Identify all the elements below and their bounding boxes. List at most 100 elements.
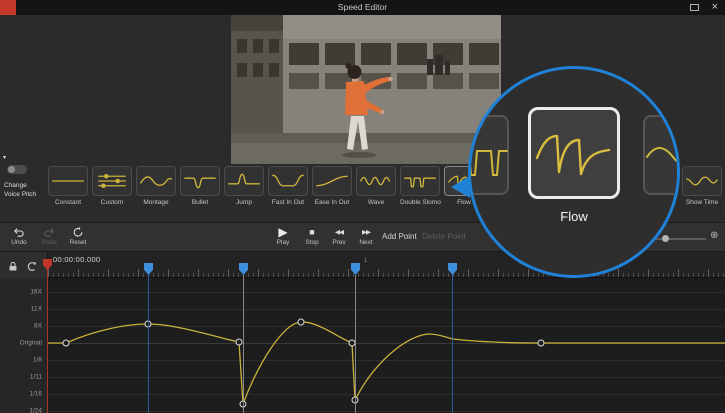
zoom-slider-handle[interactable]: [662, 235, 669, 242]
curve-control-point[interactable]: [240, 401, 246, 407]
add-point-button[interactable]: Add Point: [382, 223, 417, 251]
ruler-tick: [73, 273, 74, 277]
ruler-tick: [138, 269, 139, 277]
ruler-tick: [338, 273, 339, 277]
wave-curve-icon: [356, 166, 396, 196]
ruler-tick: [538, 273, 539, 277]
ruler-tick: [718, 273, 719, 277]
ruler-tick: [468, 269, 469, 277]
curve-control-point[interactable]: [298, 319, 304, 325]
curve-control-point[interactable]: [63, 340, 69, 346]
ruler-tick: [263, 273, 264, 277]
ruler-tick: [53, 273, 54, 277]
zoom-slider[interactable]: [656, 238, 706, 240]
next-button[interactable]: ▶▶ Next: [354, 226, 378, 246]
preset-tile-ease-in-out[interactable]: Ease In Out: [312, 166, 352, 220]
redo-button[interactable]: Redo: [36, 226, 62, 246]
curve-control-point[interactable]: [349, 340, 355, 346]
lock-icon[interactable]: [8, 259, 18, 277]
ruler-tick: [253, 273, 254, 277]
ruler-tick: [178, 273, 179, 277]
collapse-arrow-icon[interactable]: ▾: [3, 154, 6, 161]
reset-button[interactable]: Reset: [64, 226, 92, 246]
ruler-tick: [488, 273, 489, 277]
ruler-tick: [663, 273, 664, 277]
ruler-tick: [418, 273, 419, 277]
preset-tile-double-slomo[interactable]: Double Slomo: [400, 166, 440, 220]
ruler-tick: [673, 273, 674, 277]
playhead-line: [47, 269, 48, 413]
ruler-tick: [343, 273, 344, 277]
undo-button[interactable]: Undo: [6, 226, 32, 246]
ruler-tick: [208, 273, 209, 277]
speed-curve[interactable]: [48, 322, 725, 404]
preset-tile-show-time[interactable]: Show Time: [682, 166, 722, 220]
ruler-tick: [173, 273, 174, 277]
preset-label: Constant: [48, 199, 88, 206]
ruler-tick: [503, 273, 504, 277]
ruler-tick: [243, 273, 244, 277]
ruler-tick: [668, 273, 669, 277]
ruler-tick: [368, 273, 369, 277]
ruler-tick: [638, 273, 639, 277]
bullet-curve-icon: [180, 166, 220, 196]
ruler-tick: [233, 273, 234, 277]
ruler-tick: [123, 273, 124, 277]
stop-button[interactable]: ■ Stop: [300, 226, 324, 246]
ruler-tick: [248, 273, 249, 277]
ruler-tick: [698, 273, 699, 277]
ruler-tick: [283, 273, 284, 277]
voice-pitch-toggle[interactable]: [7, 165, 27, 174]
preset-tile-constant[interactable]: Constant: [48, 166, 88, 220]
ruler-tick: [678, 269, 679, 277]
ruler-tick: [498, 269, 499, 277]
curve-control-point[interactable]: [236, 339, 242, 345]
curve-mode-icon[interactable]: [26, 259, 37, 277]
double-slomo-curve-icon: [400, 166, 440, 196]
ruler-tick: [158, 273, 159, 277]
zoom-in-icon[interactable]: ⊕: [710, 230, 718, 241]
curve-control-point[interactable]: [538, 340, 544, 346]
partial-preset-tile: [643, 115, 680, 195]
ruler-tick: [103, 273, 104, 277]
ruler-tick: [388, 273, 389, 277]
toggle-knob: [8, 166, 15, 173]
ruler-tick: [353, 273, 354, 277]
ruler-tick: [533, 273, 534, 277]
curve-control-point[interactable]: [145, 321, 151, 327]
stop-icon: ■: [300, 226, 324, 239]
custom-sliders-icon: [92, 166, 132, 196]
ruler-tick: [438, 269, 439, 277]
time-ruler[interactable]: 1: [48, 264, 725, 277]
ruler-tick: [648, 269, 649, 277]
prev-button[interactable]: ◀◀ Prev: [326, 226, 352, 246]
preset-label: Bullet: [180, 199, 220, 206]
close-icon[interactable]: ×: [712, 0, 718, 15]
ruler-tick: [118, 273, 119, 277]
play-button[interactable]: ▶ Play: [270, 226, 296, 246]
ruler-tick: [683, 273, 684, 277]
ruler-tick: [613, 273, 614, 277]
preset-tile-bullet[interactable]: Bullet: [180, 166, 220, 220]
preset-tile-jump[interactable]: Jump: [224, 166, 264, 220]
prev-icon: ◀◀: [326, 226, 352, 239]
ruler-tick: [413, 273, 414, 277]
preset-tile-wave[interactable]: Wave: [356, 166, 396, 220]
ruler-tick: [483, 273, 484, 277]
delete-point-button[interactable]: Delete Point: [422, 223, 466, 251]
preset-tile-fast-in-out[interactable]: Fast In Out: [268, 166, 308, 220]
curve-control-point[interactable]: [352, 397, 358, 403]
window-title: Speed Editor: [0, 2, 725, 12]
preset-tile-custom[interactable]: Custom: [92, 166, 132, 220]
flow-magnifier-callout: Flow: [468, 66, 680, 278]
ruler-tick: [183, 273, 184, 277]
speed-curve-canvas[interactable]: [0, 278, 725, 413]
preset-tile-montage[interactable]: Montage: [136, 166, 176, 220]
ruler-tick: [363, 273, 364, 277]
ruler-tick: [493, 273, 494, 277]
speed-curve-graph[interactable]: 16X11X8XOriginal1/81/111/161/24: [0, 278, 725, 413]
ruler-tick: [203, 273, 204, 277]
timecode: 00:00:00.000: [53, 255, 100, 264]
maximize-icon[interactable]: [690, 4, 699, 11]
ruler-tick: [708, 269, 709, 277]
